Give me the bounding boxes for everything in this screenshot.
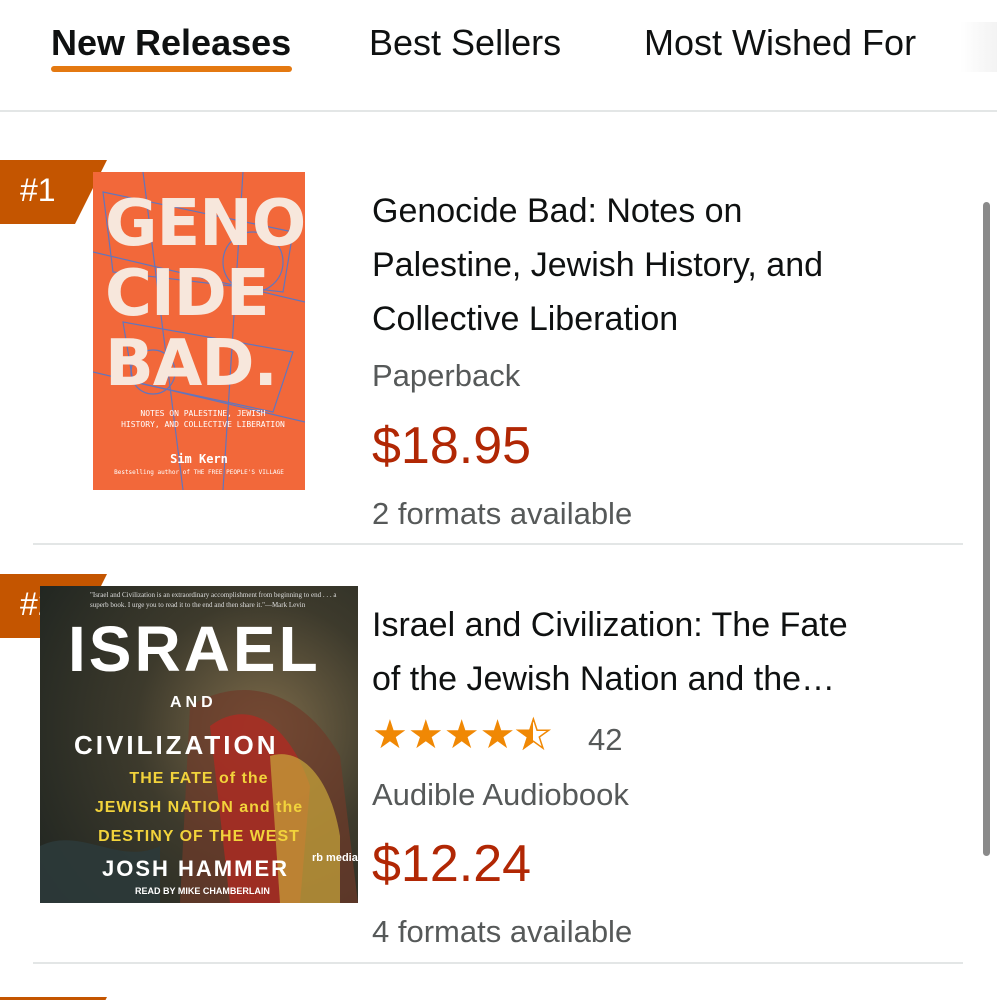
product-title-line2: Palestine, Jewish History, and <box>372 246 824 284</box>
formats-available-link[interactable]: 4 formats available <box>372 914 632 950</box>
cover-title: ISRAEL <box>68 613 321 685</box>
product-title[interactable]: Israel and Civilization: The Fate of the… <box>372 598 932 706</box>
tab-new-releases[interactable]: New Releases <box>51 22 291 64</box>
product-title[interactable]: Genocide Bad: Notes on Palestine, Jewish… <box>372 184 932 346</box>
book-cover-image[interactable]: GENO CIDE BAD. NOTES ON PALESTINE, JEWIS… <box>93 172 305 490</box>
cover-author: JOSH HAMMER <box>102 856 290 881</box>
cover-subtitle: NOTES ON PALESTINE, JEWISH HISTORY, AND … <box>113 408 293 430</box>
product-title-line2: of the Jewish Nation and the… <box>372 660 836 698</box>
star-full-icon: ★ <box>372 713 408 757</box>
product-price: $18.95 <box>372 417 532 475</box>
cover-subtitle-line2: HISTORY, AND COLLECTIVE LIBERATION <box>121 420 285 429</box>
cover-subtitle-line1: NOTES ON PALESTINE, JEWISH <box>140 409 266 418</box>
tab-best-sellers[interactable]: Best Sellers <box>369 22 561 64</box>
cover-author: Sim Kern <box>170 452 228 466</box>
product-format: Paperback <box>372 358 521 393</box>
cover-and: AND <box>170 694 217 711</box>
publisher-logo: rb media <box>312 852 358 864</box>
star-half-icon: ★ <box>515 713 552 757</box>
cover-quote: "Israel and Civilization is an extraordi… <box>90 591 337 609</box>
rank-label: #1 <box>20 172 56 208</box>
cover-title-line2: CIDE <box>105 257 270 331</box>
scrollbar[interactable] <box>983 202 990 856</box>
tabs-overflow-fade <box>960 22 997 72</box>
product-price: $12.24 <box>372 835 532 893</box>
cover-tagline: Bestselling author of THE FREE PEOPLE'S … <box>114 469 284 476</box>
cover-title-line1: GENO <box>105 187 305 261</box>
rank-badge: #1 <box>0 160 107 224</box>
star-rating[interactable]: ★ ★ ★ ★ ★ <box>372 713 552 757</box>
product-title-line1: Israel and Civilization: The Fate <box>372 606 848 644</box>
book-cover-image[interactable]: "Israel and Civilization is an extraordi… <box>40 586 358 903</box>
divider <box>33 543 963 545</box>
cover-subtitle-line1: THE FATE of the <box>129 770 269 787</box>
category-tabs: New Releases Best Sellers Most Wished Fo… <box>0 0 997 112</box>
product-title-line1: Genocide Bad: Notes on <box>372 192 743 230</box>
divider <box>33 962 963 964</box>
rank-badge <box>0 992 107 1000</box>
star-full-icon: ★ <box>407 713 444 757</box>
tab-most-wished-for[interactable]: Most Wished For <box>644 22 916 64</box>
formats-available-link[interactable]: 2 formats available <box>372 496 632 532</box>
cover-civilization: CIVILIZATION <box>74 730 279 760</box>
star-full-icon: ★ <box>479 713 516 757</box>
cover-reader: READ BY MIKE CHAMBERLAIN <box>135 886 270 896</box>
cover-subtitle-line3: DESTINY OF THE WEST <box>98 828 300 845</box>
star-full-icon: ★ <box>443 713 480 757</box>
product-title-line3: Collective Liberation <box>372 300 679 338</box>
cover-subtitle-line2: JEWISH NATION and the <box>94 799 304 816</box>
rating-count[interactable]: 42 <box>588 722 622 758</box>
product-format: Audible Audiobook <box>372 777 629 812</box>
active-tab-indicator <box>51 66 292 72</box>
cover-title-line3: BAD. <box>105 327 278 401</box>
